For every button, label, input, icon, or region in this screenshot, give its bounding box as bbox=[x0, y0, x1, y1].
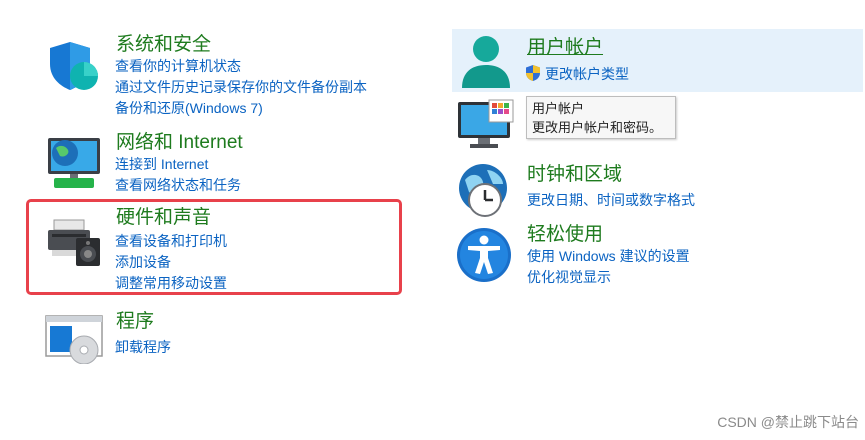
link-change-account-type[interactable]: 更改帐户类型 bbox=[545, 65, 629, 83]
link-file-history-backup[interactable]: 通过文件历史记录保存你的文件备份副本 bbox=[115, 78, 367, 96]
programs-disc-icon[interactable] bbox=[44, 314, 104, 365]
link-connect-internet[interactable]: 连接到 Internet bbox=[115, 155, 208, 173]
tooltip-description: 更改用户帐户和密码。 bbox=[532, 120, 663, 135]
category-title-user-accounts[interactable]: 用户帐户 bbox=[527, 37, 603, 59]
link-change-date-time-format[interactable]: 更改日期、时间或数字格式 bbox=[527, 191, 695, 209]
red-annotation-box bbox=[26, 199, 402, 295]
tooltip-title: 用户帐户 bbox=[532, 101, 585, 116]
link-backup-restore[interactable]: 备份和还原(Windows 7) bbox=[115, 99, 263, 117]
watermark-text: CSDN @禁止跳下站台 bbox=[717, 414, 859, 430]
accessibility-icon[interactable] bbox=[455, 226, 513, 284]
link-use-recommended-settings[interactable]: 使用 Windows 建议的设置 bbox=[527, 247, 690, 265]
category-title-programs[interactable]: 程序 bbox=[116, 311, 154, 333]
uac-shield-icon bbox=[525, 64, 541, 82]
link-uninstall-program[interactable]: 卸载程序 bbox=[115, 338, 171, 356]
category-title-ease-of-access[interactable]: 轻松使用 bbox=[527, 224, 603, 246]
category-title-network[interactable]: 网络和 Internet bbox=[116, 132, 243, 154]
shield-icon[interactable] bbox=[46, 38, 102, 94]
category-title-system-security[interactable]: 系统和安全 bbox=[116, 34, 211, 56]
tooltip-user-accounts: 用户帐户 更改用户帐户和密码。 bbox=[526, 96, 676, 139]
globe-clock-icon[interactable] bbox=[455, 162, 515, 220]
category-title-clock-region[interactable]: 时钟和区域 bbox=[527, 164, 622, 186]
network-monitor-icon[interactable] bbox=[44, 134, 104, 192]
link-network-status[interactable]: 查看网络状态和任务 bbox=[115, 176, 241, 194]
link-view-computer-status[interactable]: 查看你的计算机状态 bbox=[115, 57, 241, 75]
user-icon[interactable] bbox=[458, 34, 514, 90]
display-monitor-icon[interactable] bbox=[456, 98, 516, 150]
link-optimize-visual-display[interactable]: 优化视觉显示 bbox=[527, 268, 611, 286]
